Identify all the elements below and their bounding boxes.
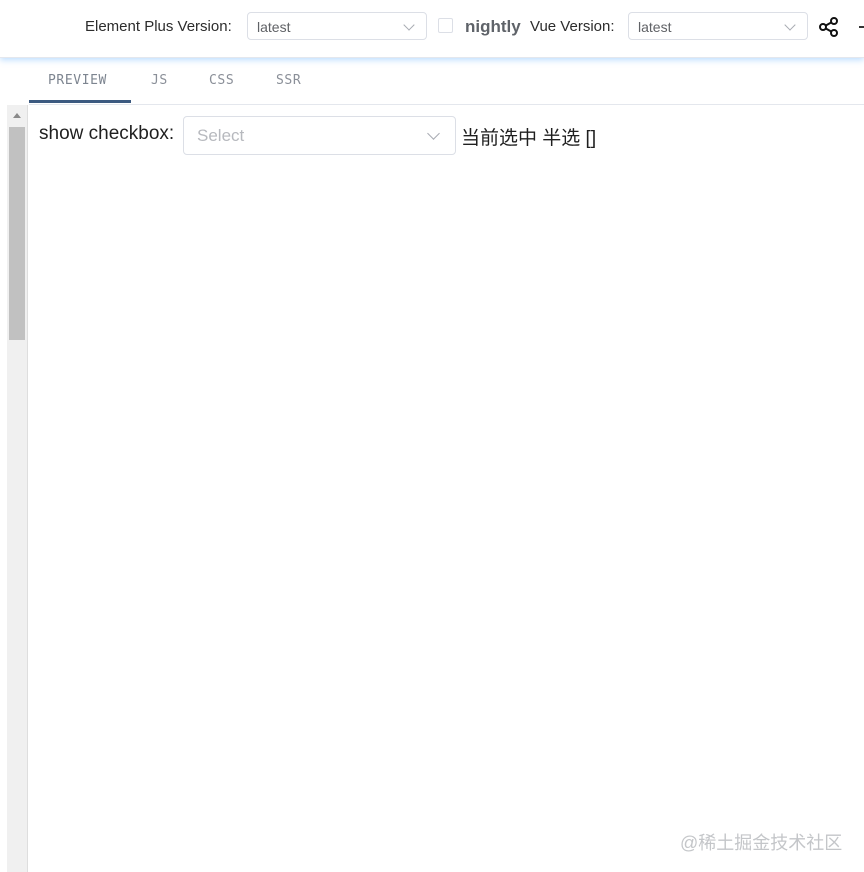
tree-select[interactable]: Select: [183, 116, 456, 155]
watermark: @稀土掘金技术社区: [680, 833, 843, 853]
chevron-down-icon: [403, 19, 415, 31]
chevron-down-icon: [784, 19, 796, 31]
select-placeholder: Select: [197, 126, 245, 145]
tab-css[interactable]: CSS: [209, 73, 234, 88]
vue-version-select[interactable]: latest: [628, 12, 808, 40]
vue-version-value: latest: [638, 19, 672, 35]
share-icon[interactable]: [818, 16, 840, 38]
scroll-up-arrow-icon[interactable]: [13, 113, 21, 118]
show-checkbox-label: show checkbox:: [39, 123, 175, 144]
chevron-down-icon: [427, 127, 440, 140]
selection-status-text: 当前选中 半选 []: [461, 128, 597, 149]
tab-js[interactable]: JS: [151, 73, 168, 88]
top-header: Element Plus Version: latest nightly Vue…: [0, 0, 864, 58]
element-plus-version-label: Element Plus Version:: [85, 18, 232, 35]
tab-preview[interactable]: PREVIEW: [48, 73, 107, 88]
nightly-checkbox[interactable]: [438, 18, 453, 33]
nightly-label: nightly: [465, 17, 521, 36]
element-plus-version-select[interactable]: latest: [247, 12, 427, 40]
scroll-thumb[interactable]: [9, 127, 25, 340]
active-tab-indicator: [29, 100, 131, 103]
element-plus-version-value: latest: [257, 19, 291, 35]
output-tabs: PREVIEW JS CSS SSR: [29, 58, 864, 105]
more-icon[interactable]: [859, 26, 864, 28]
tab-ssr[interactable]: SSR: [276, 73, 301, 88]
vue-version-label: Vue Version:: [530, 18, 615, 35]
vertical-scrollbar[interactable]: [7, 105, 28, 872]
